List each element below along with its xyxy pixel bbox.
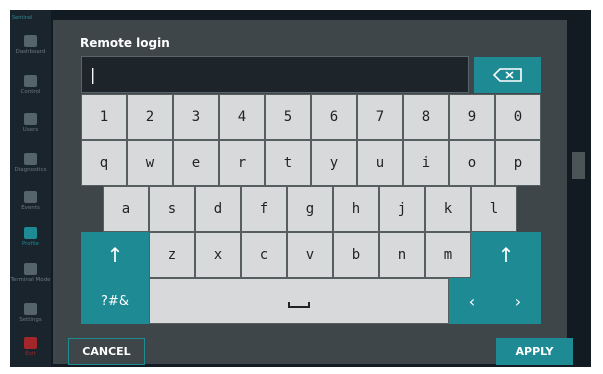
key-t[interactable]: t [265,140,311,186]
cursor-left-key[interactable]: ‹ [449,278,495,324]
dashboard-icon [24,35,37,47]
key-s[interactable]: s [149,186,195,232]
remote-login-dialog: Remote login | 1 2 3 4 5 6 7 8 9 0 q w e… [53,20,573,365]
terminal-icon [24,263,37,275]
key-0[interactable]: 0 [495,94,541,140]
sidebar-item-label: Terminal Mode [10,277,51,283]
key-y[interactable]: y [311,140,357,186]
key-a[interactable]: a [103,186,149,232]
key-h[interactable]: h [333,186,379,232]
sidebar-item-events[interactable]: Events [10,182,51,222]
sidebar-item-label: Dashboard [15,49,46,55]
sidebar-item-terminal-mode[interactable]: Terminal Mode [10,254,51,294]
key-e[interactable]: e [173,140,219,186]
key-7[interactable]: 7 [357,94,403,140]
space-key[interactable] [149,278,449,324]
key-1[interactable]: 1 [81,94,127,140]
key-z[interactable]: z [149,232,195,278]
sidebar-item-label: Profile [21,241,40,247]
sidebar-item-exit[interactable]: Exit [10,328,51,367]
key-f[interactable]: f [241,186,287,232]
login-input[interactable]: | [81,56,469,93]
key-9[interactable]: 9 [449,94,495,140]
key-b[interactable]: b [333,232,379,278]
key-i[interactable]: i [403,140,449,186]
exit-icon [24,337,37,349]
symbols-key[interactable]: ?#& [81,278,149,324]
events-icon [24,191,37,203]
key-4[interactable]: 4 [219,94,265,140]
sidebar-item-diagnostics[interactable]: Diagnostics [10,144,51,184]
shift-right-key[interactable]: ↑ [471,232,541,278]
key-v[interactable]: v [287,232,333,278]
key-2[interactable]: 2 [127,94,173,140]
key-n[interactable]: n [379,232,425,278]
key-5[interactable]: 5 [265,94,311,140]
backspace-button[interactable] [474,57,541,93]
profile-icon [24,227,37,239]
shift-left-key[interactable]: ↑ [81,232,149,278]
space-icon [288,302,310,308]
key-c[interactable]: c [241,232,287,278]
gear-icon [24,75,37,87]
key-p[interactable]: p [495,140,541,186]
apply-button[interactable]: APPLY [496,338,573,365]
key-m[interactable]: m [425,232,471,278]
key-8[interactable]: 8 [403,94,449,140]
brand-logo: Sentinel [12,15,33,21]
sidebar-item-label: Control [20,89,41,95]
diagnostics-icon [24,153,37,165]
sidebar: Sentinel Dashboard Control Users Diagnos… [10,10,51,367]
sidebar-item-label: Events [21,205,40,211]
sidebar-item-users[interactable]: Users [10,104,51,144]
sidebar-item-label: Diagnostics [14,167,47,173]
key-3[interactable]: 3 [173,94,219,140]
key-u[interactable]: u [357,140,403,186]
backspace-icon [493,68,522,82]
settings-icon [24,303,37,315]
key-w[interactable]: w [127,140,173,186]
key-l[interactable]: l [471,186,517,232]
sidebar-item-label: Users [22,127,39,133]
panel-handle[interactable] [572,152,585,179]
key-q[interactable]: q [81,140,127,186]
sidebar-item-dashboard[interactable]: Dashboard [10,26,51,66]
key-k[interactable]: k [425,186,471,232]
key-j[interactable]: j [379,186,425,232]
app-frame: Sentinel Dashboard Control Users Diagnos… [10,10,591,367]
key-d[interactable]: d [195,186,241,232]
sidebar-item-label: Exit [25,351,36,357]
sidebar-item-profile[interactable]: Profile [10,218,51,258]
key-6[interactable]: 6 [311,94,357,140]
key-x[interactable]: x [195,232,241,278]
dialog-title: Remote login [80,36,170,50]
users-icon [24,113,37,125]
key-o[interactable]: o [449,140,495,186]
cursor-right-key[interactable]: › [495,278,541,324]
cancel-button[interactable]: CANCEL [68,338,145,365]
sidebar-item-label: Settings [19,317,42,323]
key-g[interactable]: g [287,186,333,232]
sidebar-item-control[interactable]: Control [10,66,51,106]
key-r[interactable]: r [219,140,265,186]
